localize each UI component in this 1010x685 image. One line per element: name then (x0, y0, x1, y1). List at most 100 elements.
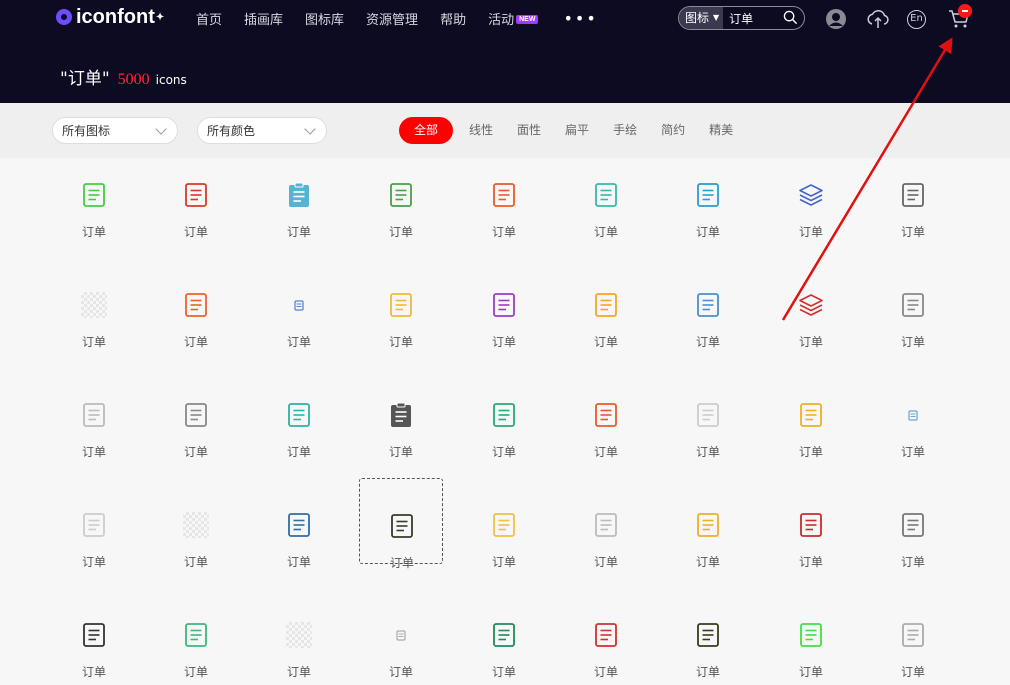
icon-card[interactable]: 订单 (154, 258, 238, 349)
order-document-icon (390, 183, 412, 207)
icon-card[interactable]: 订单 (871, 478, 955, 569)
order-document-icon (697, 623, 719, 647)
icon-card[interactable]: 订单 (154, 588, 238, 679)
color-value: 所有颜色 (207, 124, 256, 138)
search-result-headline: "订单" 5000 icons (60, 64, 187, 89)
icon-card[interactable]: 订单 (871, 148, 955, 239)
icon-card[interactable]: 订单 (666, 148, 750, 239)
icon-card[interactable]: 订单 (564, 368, 648, 459)
icon-card[interactable]: 订单 (564, 478, 648, 569)
icon-card[interactable]: 订单 (359, 148, 443, 239)
icon-card[interactable]: 订单 (154, 148, 238, 239)
search-input[interactable] (729, 11, 782, 25)
order-document-icon (902, 513, 924, 537)
chevron-down-icon: ▼ (713, 13, 720, 22)
chevron-down-icon (304, 123, 316, 135)
icon-card[interactable]: 订单 (359, 258, 443, 349)
order-document-icon (493, 293, 515, 317)
icon-card-label: 订单 (491, 555, 516, 569)
tab-exquisite[interactable]: 精美 (709, 117, 733, 144)
icon-card[interactable]: 订单 (359, 368, 443, 459)
icon-card[interactable]: 订单 (564, 258, 648, 349)
icon-card[interactable]: 订单 (257, 148, 341, 239)
icon-type-dropdown[interactable]: 所有图标 (52, 117, 178, 144)
nav-help[interactable]: 帮助 (440, 9, 466, 28)
icon-card-label: 订单 (695, 555, 720, 569)
nav-activities[interactable]: 活动 NEW (488, 9, 539, 28)
icon-card[interactable]: 订单 (52, 148, 136, 239)
icon-card[interactable]: 订单 (769, 478, 853, 569)
order-document-icon (697, 513, 719, 537)
icon-card[interactable]: 订单 (769, 148, 853, 239)
icon-card[interactable]: 订单 (359, 478, 443, 570)
nav-home[interactable]: 首页 (196, 9, 222, 28)
icon-card[interactable]: 订单 (666, 588, 750, 679)
nav-resource-management[interactable]: 资源管理 (366, 9, 418, 28)
icon-card-label: 订单 (81, 665, 106, 679)
icon-card[interactable]: 订单 (257, 368, 341, 459)
icon-card-label: 订单 (593, 445, 618, 459)
icon-card[interactable]: 订单 (359, 588, 443, 679)
search-icon[interactable] (783, 10, 798, 25)
icon-card[interactable]: 订单 (666, 368, 750, 459)
icon-card[interactable]: 订单 (666, 258, 750, 349)
icon-card-label: 订单 (286, 335, 311, 349)
icon-card-label: 订单 (900, 665, 925, 679)
nav-illustrations[interactable]: 插画库 (244, 9, 283, 28)
tab-filled[interactable]: 面性 (517, 117, 541, 144)
icon-card-label: 订单 (286, 665, 311, 679)
logo-star-icon: ✦ (155, 11, 165, 23)
icon-card[interactable]: 订单 (257, 478, 341, 569)
icon-card[interactable]: 订单 (52, 258, 136, 349)
icon-card[interactable]: 订单 (462, 588, 546, 679)
tab-flat[interactable]: 扁平 (565, 117, 589, 144)
order-document-icon (595, 183, 617, 207)
tab-linear[interactable]: 线性 (469, 117, 493, 144)
user-avatar-icon[interactable] (825, 8, 847, 30)
icon-card[interactable]: 订单 (769, 368, 853, 459)
search-type-select[interactable]: 图标 ▼ (679, 7, 724, 29)
icon-card[interactable]: 订单 (462, 148, 546, 239)
icon-card[interactable]: 订单 (871, 368, 955, 459)
icon-card[interactable]: 订单 (564, 148, 648, 239)
order-document-icon (185, 623, 207, 647)
icon-card[interactable]: 订单 (257, 588, 341, 679)
logo-text: iconfont (76, 5, 155, 28)
order-document-icon (493, 403, 515, 427)
search-box: 图标 ▼ (678, 6, 805, 30)
icon-card-label: 订单 (900, 445, 925, 459)
icon-card[interactable]: 订单 (154, 478, 238, 569)
icon-card[interactable]: 订单 (52, 588, 136, 679)
order-document-icon (902, 293, 924, 317)
icon-card-label: 订单 (491, 225, 516, 239)
icon-card[interactable]: 订单 (154, 368, 238, 459)
icon-card[interactable]: 订单 (769, 588, 853, 679)
icon-card[interactable]: 订单 (564, 588, 648, 679)
icon-card[interactable]: 订单 (666, 478, 750, 569)
icon-card-label: 订单 (183, 555, 208, 569)
icon-card[interactable]: 订单 (871, 258, 955, 349)
icon-card[interactable]: 订单 (462, 258, 546, 349)
icon-card[interactable]: 订单 (769, 258, 853, 349)
tab-all[interactable]: 全部 (399, 117, 454, 144)
nav-icon-library[interactable]: 图标库 (305, 9, 344, 28)
icon-card[interactable]: 订单 (52, 368, 136, 459)
tab-simple[interactable]: 简约 (661, 117, 685, 144)
icon-card-label: 订单 (183, 665, 208, 679)
order-document-icon (81, 292, 107, 318)
icon-card[interactable]: 订单 (462, 368, 546, 459)
upload-cloud-icon[interactable] (866, 8, 890, 30)
language-en-icon[interactable]: En (907, 10, 926, 29)
order-document-icon (185, 183, 207, 207)
more-menu-button[interactable]: ••• (563, 9, 597, 28)
icon-card[interactable]: 订单 (462, 478, 546, 569)
icon-card-label: 订单 (798, 335, 823, 349)
icon-card[interactable]: 订单 (871, 588, 955, 679)
tab-hand-drawn[interactable]: 手绘 (613, 117, 637, 144)
color-dropdown[interactable]: 所有颜色 (197, 117, 327, 144)
icon-card-label: 订单 (388, 225, 413, 239)
icon-card[interactable]: 订单 (52, 478, 136, 569)
icon-card[interactable]: 订单 (257, 258, 341, 349)
order-document-icon (288, 403, 310, 427)
iconfont-logo[interactable]: iconfont ✦ (56, 6, 164, 28)
